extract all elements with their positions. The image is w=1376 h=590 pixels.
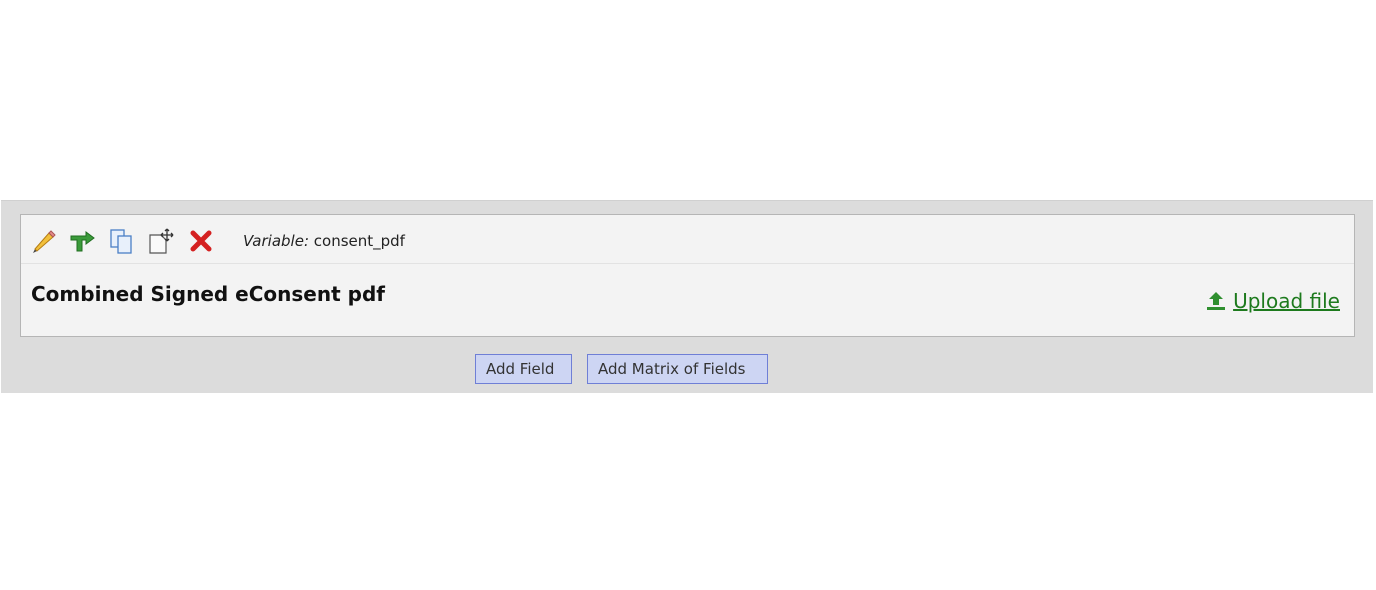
field-label: Combined Signed eConsent pdf xyxy=(31,282,385,306)
add-matrix-button[interactable]: Add Matrix of Fields xyxy=(587,354,768,384)
add-field-button[interactable]: Add Field xyxy=(475,354,572,384)
variable-name-text: Variable: consent_pdf xyxy=(243,232,405,250)
move-icon[interactable] xyxy=(147,227,175,255)
upload-file-label[interactable]: Upload file xyxy=(1233,289,1340,313)
branching-logic-icon[interactable] xyxy=(68,227,96,255)
upload-icon xyxy=(1205,290,1227,312)
pencil-icon[interactable] xyxy=(29,227,57,255)
field-toolbar: Variable: consent_pdf xyxy=(21,215,1354,264)
upload-file-link[interactable]: Upload file xyxy=(1205,289,1340,313)
variable-label: Variable: xyxy=(243,232,309,250)
field-editor-panel: Variable: consent_pdf Combined Signed eC… xyxy=(1,200,1373,393)
delete-icon[interactable] xyxy=(187,227,215,255)
field-box: Variable: consent_pdf Combined Signed eC… xyxy=(20,214,1355,337)
variable-value: consent_pdf xyxy=(313,232,405,250)
copy-icon[interactable] xyxy=(108,227,136,255)
